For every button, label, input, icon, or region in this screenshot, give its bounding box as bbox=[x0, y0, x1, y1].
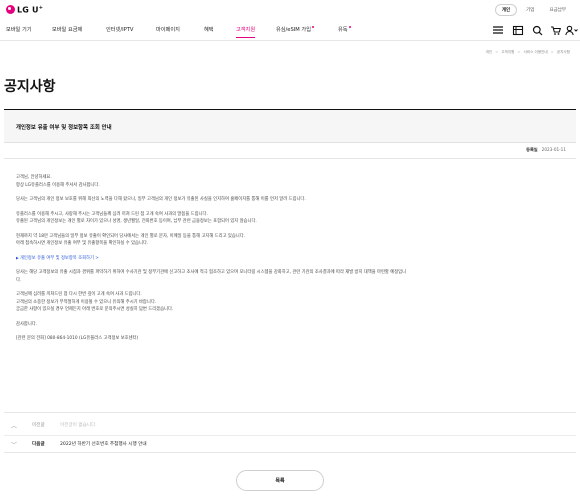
breadcrumb: 개인 > 고객지원 > 서비스 이용안내 > 공지사항 bbox=[486, 50, 570, 55]
breadcrumb-item[interactable]: 개인 bbox=[486, 50, 493, 55]
notice-header: 개인정보 유출 여부 및 정보항목 조회 안내 bbox=[4, 110, 576, 143]
prev-label: 이전글 bbox=[32, 423, 45, 428]
date-label: 등록일 bbox=[526, 147, 538, 152]
body-divider bbox=[4, 412, 576, 413]
audience-tab-payment[interactable]: 요금납부 bbox=[543, 5, 572, 15]
gnb-item-mypage[interactable]: 마이페이지 bbox=[156, 26, 180, 33]
breadcrumb-item-current: 공지사항 bbox=[556, 50, 570, 54]
chevron-right-icon: > bbox=[550, 50, 554, 54]
prev-text: 이전글이 없습니다. bbox=[60, 423, 97, 428]
gnb-item-usim-esim[interactable]: 유심/eSIM 가입 bbox=[276, 26, 314, 33]
user-icon[interactable] bbox=[565, 23, 578, 37]
new-dot-icon bbox=[311, 26, 314, 28]
paragraph: 감사합니다. bbox=[16, 321, 38, 327]
gnb-item-customer-support[interactable]: 고객지원 bbox=[236, 26, 256, 38]
new-dot-icon bbox=[348, 26, 351, 28]
paragraph: 현재까지 약 18만 고객님들의 일부 정보 유출이 확인되어 당사에서는 개인… bbox=[16, 233, 246, 247]
logo[interactable]: LG U+ bbox=[6, 4, 44, 15]
menu-icon[interactable] bbox=[492, 23, 504, 37]
leak-check-link[interactable]: 개인정보 유출 여부 및 정보항목 조회하기 > bbox=[16, 255, 564, 263]
gnb-item-mobile-device[interactable]: 모바일 기기 bbox=[6, 26, 32, 33]
top-bar: LG U+ 개인 기업 요금납부 bbox=[0, 0, 580, 19]
gnb-item-benefits[interactable]: 혜택 bbox=[204, 26, 214, 33]
chevron-right-icon: > bbox=[495, 50, 499, 54]
audience-switch: 개인 기업 요금납부 bbox=[494, 3, 572, 16]
cart-icon[interactable] bbox=[550, 23, 561, 37]
prev-post-row: ︿ 이전글 이전글이 없습니다. bbox=[4, 416, 576, 434]
notice-meta: 등록일 2023-01-11 bbox=[526, 147, 566, 153]
lgu-logo-icon bbox=[6, 5, 15, 14]
paragraph: 유플러스를 이용해 주시고, 사랑해 주시는 고객님들께 심려 끼쳐 드린 점 … bbox=[16, 211, 257, 225]
next-post-link[interactable]: 2022년 하반기 선호번호 추첨행사 시행 안내 bbox=[60, 441, 147, 447]
paragraph: 고객님, 안녕하세요. 항상 LG유플러스를 이용해 주셔서 감사합니다. bbox=[16, 175, 100, 188]
gnb-item-yudok[interactable]: 유독 bbox=[338, 26, 351, 33]
audience-tab-business[interactable]: 기업 bbox=[520, 5, 540, 15]
meta-divider bbox=[4, 158, 576, 159]
audience-tab-personal[interactable]: 개인 bbox=[494, 3, 518, 16]
chevron-down-icon: ﹀ bbox=[10, 441, 17, 449]
contact-paragraph: [관련 문의 전화] 080-864-1010 (LG유플러스 고객정보 보호센… bbox=[16, 336, 139, 341]
notice-date: 2023-01-11 bbox=[541, 147, 566, 152]
gnb-item-internet-iptv[interactable]: 인터넷/IPTV bbox=[106, 26, 133, 33]
notice-body: 고객님, 안녕하세요. 항상 LG유플러스를 이용해 주셔서 감사합니다. 당사는… bbox=[16, 174, 564, 350]
chevron-up-icon: ︿ bbox=[10, 422, 17, 430]
paragraph: 당사는 고객님의 개인 정보 보호를 위해 최선의 노력을 다해 왔으나, 일부… bbox=[16, 197, 306, 202]
paragraph: 당사는 해당 고객정보의 유출 시점과 경위를 파악하기 위하여 수사기관 및 … bbox=[16, 270, 407, 283]
search-icon[interactable] bbox=[532, 23, 543, 37]
logo-text: LG U+ bbox=[17, 4, 44, 15]
page-title: 공지사항 bbox=[4, 79, 56, 95]
breadcrumb-item[interactable]: 고객지원 bbox=[501, 50, 514, 55]
next-label: 다음글 bbox=[32, 442, 45, 447]
gnb-item-mobile-plan[interactable]: 모바일 요금제 bbox=[52, 26, 82, 33]
next-post-row[interactable]: ﹀ 다음글 2022년 하반기 선호번호 추첨행사 시행 안내 bbox=[4, 435, 576, 453]
shortcut-icon[interactable] bbox=[512, 23, 524, 37]
list-button[interactable]: 목록 bbox=[236, 470, 324, 491]
paragraph: 고객님께 심려를 끼쳐드린 점 다시 한번 깊이 고개 숙여 사과 드립니다. 고… bbox=[16, 292, 174, 312]
global-nav: 모바일 기기 모바일 요금제 인터넷/IPTV 마이페이지 혜택 고객지원 유심… bbox=[0, 19, 580, 41]
breadcrumb-item[interactable]: 서비스 이용안내 bbox=[523, 50, 547, 55]
notice-title: 개인정보 유출 여부 및 정보항목 조회 안내 bbox=[16, 125, 112, 131]
chevron-right-icon: > bbox=[517, 50, 521, 54]
